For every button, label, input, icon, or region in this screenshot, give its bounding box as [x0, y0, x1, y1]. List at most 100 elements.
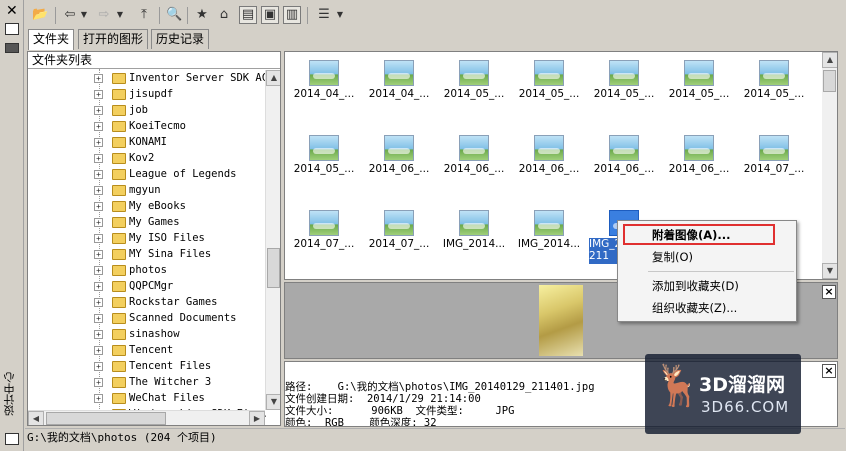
image-thumbnail[interactable]: 2014_05_...: [287, 129, 361, 189]
expand-icon[interactable]: +: [94, 250, 103, 259]
description-toggle-icon[interactable]: ▥: [283, 6, 301, 24]
image-thumbnail[interactable]: 2014_05_...: [737, 54, 811, 114]
tree-folder-item[interactable]: + KONAMI: [28, 134, 280, 150]
tab-open-drawings[interactable]: 打开的图形: [78, 29, 149, 49]
tree-toggle-icon[interactable]: ▤: [239, 6, 257, 24]
views-dropdown-icon[interactable]: ▼: [335, 6, 345, 24]
close-description-icon[interactable]: ×: [822, 364, 836, 378]
scroll-up-icon[interactable]: ▲: [822, 52, 837, 68]
expand-icon[interactable]: +: [94, 330, 103, 339]
tree-folder-item[interactable]: + My Games: [28, 214, 280, 230]
content-vertical-scrollbar[interactable]: ▲ ▼: [822, 52, 837, 279]
menu-item-attach-image[interactable]: 附着图像(A)...: [652, 226, 731, 244]
scroll-up-icon[interactable]: ▲: [266, 70, 280, 86]
scroll-left-icon[interactable]: ◀: [28, 411, 44, 425]
tree-folder-item[interactable]: + Scanned Documents: [28, 310, 280, 326]
menu-item-add-to-favorites[interactable]: 添加到收藏夹(D): [652, 277, 739, 295]
favorites-icon[interactable]: ★: [193, 6, 211, 24]
expand-icon[interactable]: +: [94, 202, 103, 211]
expand-icon[interactable]: +: [94, 170, 103, 179]
expand-icon[interactable]: +: [94, 378, 103, 387]
image-thumbnail[interactable]: 2014_06_...: [587, 129, 661, 189]
forward-dropdown-icon[interactable]: ▼: [115, 6, 125, 24]
menu-item-copy[interactable]: 复制(O): [652, 248, 693, 266]
image-thumbnail[interactable]: 2014_04_...: [362, 54, 436, 114]
expand-icon[interactable]: +: [94, 138, 103, 147]
expand-icon[interactable]: +: [94, 90, 103, 99]
load-icon[interactable]: 📂: [31, 6, 49, 24]
close-preview-icon[interactable]: ×: [822, 285, 836, 299]
search-icon[interactable]: 🔍: [165, 6, 183, 24]
expand-icon[interactable]: +: [94, 298, 103, 307]
expand-icon[interactable]: +: [94, 154, 103, 163]
tree-folder-item[interactable]: + Tencent: [28, 342, 280, 358]
tree-folder-item[interactable]: + MY Sina Files: [28, 246, 280, 262]
expand-icon[interactable]: +: [94, 186, 103, 195]
tree-folder-item[interactable]: + jisupdf: [28, 86, 280, 102]
expand-icon[interactable]: +: [94, 122, 103, 131]
image-thumbnail[interactable]: 2014_07_...: [737, 129, 811, 189]
expand-icon[interactable]: +: [94, 266, 103, 275]
expand-icon[interactable]: +: [94, 346, 103, 355]
up-folder-icon[interactable]: ⤒: [135, 6, 153, 24]
tree-folder-item[interactable]: + Tencent Files: [28, 358, 280, 374]
tree-folder-item[interactable]: + mgyun: [28, 182, 280, 198]
tree-folder-item[interactable]: + Inventor Server SDK ACA: [28, 70, 280, 86]
expand-icon[interactable]: +: [94, 106, 103, 115]
views-icon[interactable]: ☰: [315, 6, 333, 24]
image-thumbnail[interactable]: 2014_07_...: [287, 204, 361, 264]
expand-icon[interactable]: +: [94, 282, 103, 291]
tree-folder-item[interactable]: + The Witcher 3: [28, 374, 280, 390]
tab-history[interactable]: 历史记录: [151, 29, 210, 49]
tree-horizontal-scrollbar[interactable]: ◀ ▶: [28, 410, 265, 425]
scroll-down-icon[interactable]: ▼: [266, 394, 280, 410]
tree-folder-item[interactable]: + My eBooks: [28, 198, 280, 214]
home-icon[interactable]: ⌂: [215, 6, 233, 24]
deer-logo-icon: 🦌: [653, 363, 703, 409]
image-thumbnail[interactable]: 2014_07_...: [362, 204, 436, 264]
image-thumbnail[interactable]: 2014_04_...: [287, 54, 361, 114]
tree-hscroll-thumb[interactable]: [46, 412, 166, 425]
image-thumbnail[interactable]: 2014_05_...: [662, 54, 736, 114]
tree-vertical-scrollbar[interactable]: ▲ ▼: [265, 70, 280, 410]
scroll-right-icon[interactable]: ▶: [249, 411, 265, 425]
back-icon[interactable]: ⇦: [61, 6, 79, 24]
image-thumbnail[interactable]: 2014_05_...: [587, 54, 661, 114]
tree-folder-item[interactable]: + My ISO Files: [28, 230, 280, 246]
close-icon[interactable]: ✕: [6, 3, 18, 19]
forward-icon[interactable]: ⇨: [95, 6, 113, 24]
palette-menu-icon[interactable]: [5, 433, 19, 445]
menu-item-organize-favorites[interactable]: 组织收藏夹(Z)...: [652, 299, 737, 317]
tree-scroll-thumb[interactable]: [267, 248, 280, 288]
properties-icon[interactable]: [5, 23, 19, 35]
image-thumbnail[interactable]: 2014_05_...: [512, 54, 586, 114]
tree-folder-item[interactable]: + job: [28, 102, 280, 118]
image-thumbnail[interactable]: 2014_06_...: [437, 129, 511, 189]
tree-folder-item[interactable]: + Rockstar Games: [28, 294, 280, 310]
expand-icon[interactable]: +: [94, 234, 103, 243]
tree-folder-item[interactable]: + League of Legends: [28, 166, 280, 182]
expand-icon[interactable]: +: [94, 362, 103, 371]
scroll-down-icon[interactable]: ▼: [822, 263, 837, 279]
tree-folder-item[interactable]: + WeChat Files: [28, 390, 280, 406]
image-thumbnail[interactable]: 2014_05_...: [437, 54, 511, 114]
image-thumbnail[interactable]: IMG_2014...: [512, 204, 586, 264]
expand-icon[interactable]: +: [94, 218, 103, 227]
tree-folder-item[interactable]: + QQPCMgr: [28, 278, 280, 294]
content-scroll-thumb[interactable]: [823, 70, 836, 92]
tree-folder-item[interactable]: + KoeiTecmo: [28, 118, 280, 134]
tree-folder-item[interactable]: + photos: [28, 262, 280, 278]
image-thumbnail[interactable]: IMG_2014...: [437, 204, 511, 264]
tab-folders[interactable]: 文件夹: [28, 29, 75, 50]
preview-toggle-icon[interactable]: ▣: [261, 6, 279, 24]
back-dropdown-icon[interactable]: ▼: [79, 6, 89, 24]
expand-icon[interactable]: +: [94, 314, 103, 323]
tree-folder-item[interactable]: + sinashow: [28, 326, 280, 342]
image-thumbnail[interactable]: 2014_06_...: [362, 129, 436, 189]
expand-icon[interactable]: +: [94, 74, 103, 83]
tree-folder-item[interactable]: + Kov2: [28, 150, 280, 166]
image-thumbnail[interactable]: 2014_06_...: [662, 129, 736, 189]
autohide-icon[interactable]: [5, 43, 19, 53]
expand-icon[interactable]: +: [94, 394, 103, 403]
image-thumbnail[interactable]: 2014_06_...: [512, 129, 586, 189]
